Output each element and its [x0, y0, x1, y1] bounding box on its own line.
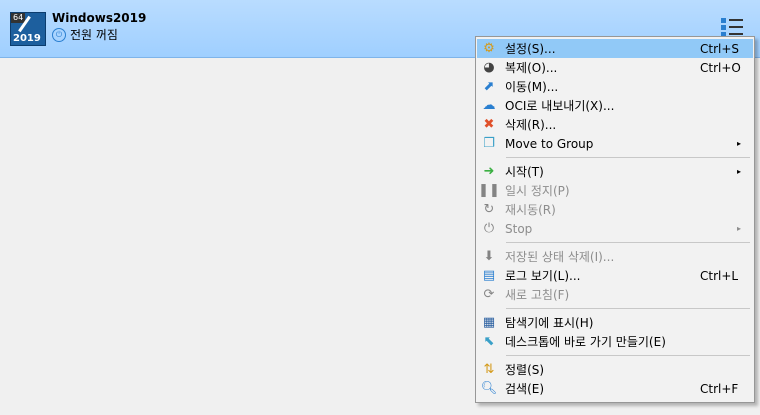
group-icon: ❐ — [483, 135, 495, 151]
restart-icon: ↻ — [483, 201, 495, 217]
windows-os-icon: 64 2019 — [10, 12, 46, 46]
submenu-arrow-icon: ▸ — [737, 139, 742, 148]
menu-item-show-log[interactable]: ▤ 로그 보기(L)... Ctrl+L — [477, 266, 753, 285]
log-icon: ▤ — [482, 267, 496, 283]
refresh-icon: ⟳ — [483, 286, 495, 302]
menu-separator — [506, 242, 750, 243]
menu-item-stop: ⏻ Stop ▸ — [477, 219, 753, 238]
vm-context-menu: ⚙ 설정(S)... Ctrl+S ◕ 복제(O)... Ctrl+O ⬈ 이동… — [475, 36, 755, 403]
menu-item-search[interactable]: 🔍︎ 검색(E) Ctrl+F — [477, 379, 753, 398]
os-version-label: 2019 — [13, 33, 41, 44]
menu-item-pause: ❚❚ 일시 정지(P) — [478, 182, 570, 199]
menu-item-reset: ↻ 재시동(R) — [477, 200, 753, 219]
tools-menu-icon[interactable] — [719, 15, 745, 37]
shortcut-icon: ⬉ — [483, 333, 495, 349]
start-arrow-icon: ➜ — [483, 163, 495, 179]
sort-icon: ⇅ — [483, 361, 495, 377]
discard-state-icon: ⬇ — [483, 248, 495, 264]
explorer-icon: ▦ — [482, 314, 496, 330]
menu-item-move[interactable]: ⬈ 이동(M)... — [477, 77, 753, 96]
vm-state: ⏻ 전원 꺼짐 — [52, 26, 118, 43]
sheep-clone-icon: ◕ — [483, 59, 495, 75]
menu-item-export-oci[interactable]: ☁ OCI로 내보내기(X)... — [477, 96, 753, 115]
menu-separator — [506, 355, 750, 356]
vm-state-label: 전원 꺼짐 — [70, 28, 118, 42]
menu-item-sort[interactable]: ⇅ 정렬(S) — [477, 360, 753, 379]
pause-icon: ❚❚ — [478, 182, 500, 198]
menu-item-start[interactable]: ➜ 시작(T) ▸ — [477, 162, 753, 181]
power-icon: ⏻ — [483, 220, 495, 236]
menu-item-move-to-group[interactable]: ❐ Move to Group ▸ — [477, 134, 753, 153]
search-icon: 🔍︎ — [480, 380, 498, 396]
menu-item-settings[interactable]: ⚙ 설정(S)... Ctrl+S — [477, 39, 753, 58]
cloud-export-icon: ☁ — [482, 97, 496, 113]
vm-name: Windows2019 — [52, 11, 147, 25]
move-icon: ⬈ — [483, 78, 495, 94]
power-off-icon: ⏻ — [52, 27, 66, 42]
menu-separator — [506, 157, 750, 158]
menu-item-refresh: ⟳ 새로 고침(F) — [477, 285, 753, 304]
gear-icon: ⚙ — [483, 40, 495, 56]
menu-separator — [506, 308, 750, 309]
submenu-arrow-icon: ▸ — [737, 224, 742, 233]
submenu-arrow-icon: ▸ — [737, 167, 742, 176]
delete-x-icon: ✖ — [483, 116, 495, 132]
menu-item-show-in-explorer[interactable]: ▦ 탐색기에 표시(H) — [477, 313, 753, 332]
menu-item-discard-state: ⬇ 저장된 상태 삭제(I)... — [477, 247, 753, 266]
menu-item-create-shortcut[interactable]: ⬉ 데스크톱에 바로 가기 만들기(E) — [477, 332, 753, 351]
menu-item-clone[interactable]: ◕ 복제(O)... Ctrl+O — [477, 58, 753, 77]
menu-item-remove[interactable]: ✖ 삭제(R)... — [477, 115, 753, 134]
